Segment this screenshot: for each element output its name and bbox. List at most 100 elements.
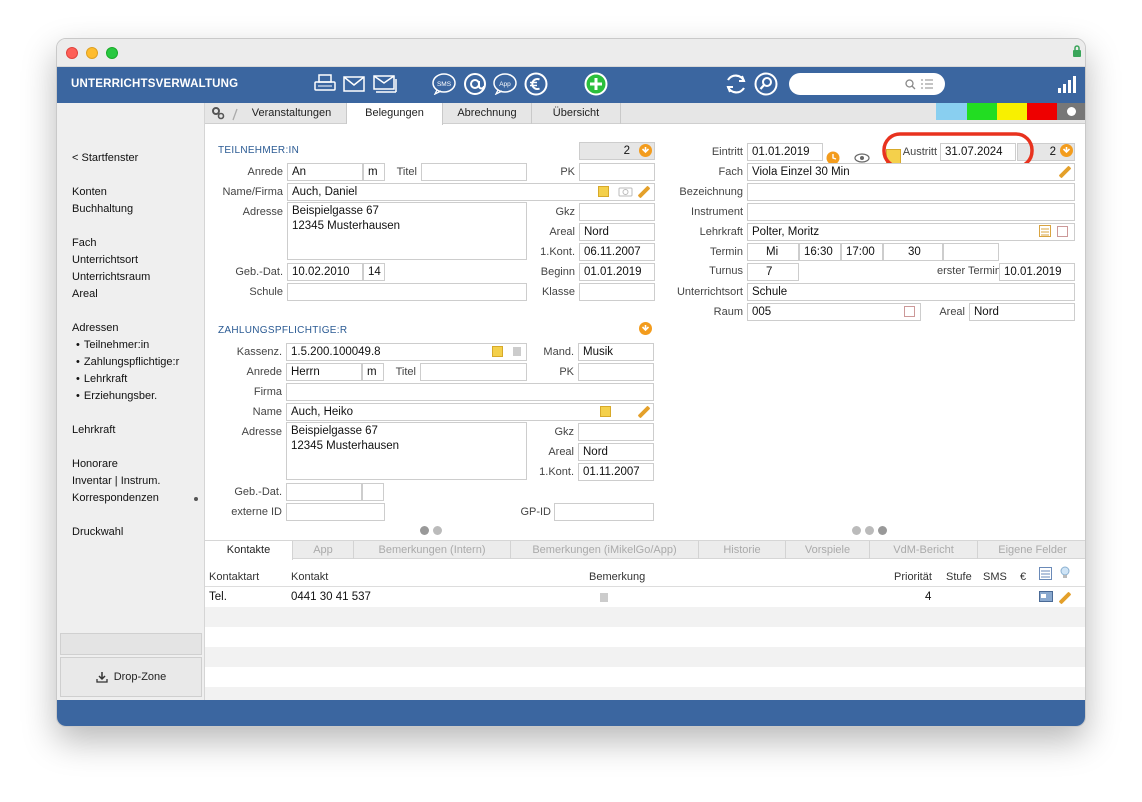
termin-tag-field[interactable]: Mi: [747, 243, 799, 261]
tab-historie[interactable]: Historie: [699, 541, 786, 559]
lehrkraft-field[interactable]: Polter, Moritz: [747, 223, 1075, 241]
euro-icon[interactable]: [523, 72, 549, 96]
camera-icon[interactable]: [618, 185, 633, 197]
tab-veranstaltungen[interactable]: Veranstaltungen: [237, 103, 347, 124]
titel-field[interactable]: [421, 163, 527, 181]
zahlung-gkz-field[interactable]: [578, 423, 654, 441]
sidebar-item-buchhaltung[interactable]: Buchhaltung: [72, 203, 133, 215]
teilnehmer-menu-icon[interactable]: [639, 144, 652, 157]
zahlung-pk-field[interactable]: [578, 363, 654, 381]
raum-calendar-icon[interactable]: [904, 306, 915, 317]
tab-kontakte[interactable]: Kontakte: [205, 541, 293, 560]
sidebar-item-inventar[interactable]: Inventar | Instrum.: [72, 475, 160, 487]
serial-mail-icon[interactable]: [372, 72, 398, 96]
turnus-field[interactable]: 7: [747, 263, 799, 281]
gender-field[interactable]: m: [363, 163, 385, 181]
zahlung-titel-field[interactable]: [420, 363, 527, 381]
instrument-field[interactable]: [747, 203, 1075, 221]
close-window-button[interactable]: [66, 47, 78, 59]
schule-field[interactable]: [287, 283, 527, 301]
maximize-window-button[interactable]: [106, 47, 118, 59]
sidebar-item-erziehungsber[interactable]: Erziehungsber.: [76, 390, 157, 402]
klasse-field[interactable]: [579, 283, 655, 301]
termin-dauer-field[interactable]: 30: [883, 243, 943, 261]
kassenz-note-icon[interactable]: [492, 346, 503, 357]
unterrichtsort-field[interactable]: Schule: [747, 283, 1075, 301]
color-marker-dark[interactable]: [1057, 103, 1085, 120]
eintritt-field[interactable]: 01.01.2019: [747, 143, 823, 161]
print-icon[interactable]: [313, 72, 337, 96]
zahlung-menu-icon[interactable]: [639, 322, 652, 335]
minimize-window-button[interactable]: [86, 47, 98, 59]
list-icon[interactable]: [921, 79, 933, 89]
sidebar-item-lehrkraft-adresse[interactable]: Lehrkraft: [76, 373, 127, 385]
settings-gear-icon[interactable]: [211, 106, 225, 120]
sidebar-item-druckwahl[interactable]: Druckwahl: [72, 526, 123, 538]
lehrkraft-list-icon[interactable]: [1039, 225, 1051, 237]
row-note-doc-icon[interactable]: [599, 592, 609, 603]
color-marker-yellow[interactable]: [997, 103, 1027, 120]
zahlung-name-field[interactable]: Auch, Heiko: [286, 403, 654, 421]
sidebar-item-adressen[interactable]: Adressen: [72, 322, 118, 334]
termin-von-field[interactable]: 16:30: [799, 243, 841, 261]
adresse-field[interactable]: Beispielgasse 67 12345 Musterhausen: [287, 202, 527, 260]
pk-field[interactable]: [579, 163, 655, 181]
tab-bemerkungen-intern[interactable]: Bemerkungen (Intern): [354, 541, 511, 559]
zahlung-adresse-field[interactable]: Beispielgasse 67 12345 Musterhausen: [286, 422, 527, 480]
refresh-icon[interactable]: [723, 72, 749, 96]
sidebar-item-konten[interactable]: Konten: [72, 186, 107, 198]
zahlung-gender-field[interactable]: m: [362, 363, 384, 381]
zoom-search-icon[interactable]: [753, 72, 779, 96]
kont-field[interactable]: 06.11.2007: [579, 243, 655, 261]
bezeichnung-field[interactable]: [747, 183, 1075, 201]
sidebar-item-honorare[interactable]: Honorare: [72, 458, 118, 470]
geb-field[interactable]: 10.02.2010: [287, 263, 363, 281]
termin-extra-field[interactable]: [943, 243, 999, 261]
back-to-startfenster-link[interactable]: < Startfenster: [72, 152, 138, 164]
sidebar-item-teilnehmer[interactable]: Teilnehmer:in: [76, 339, 149, 351]
zahlung-name-note-icon[interactable]: [600, 406, 611, 417]
raum-field[interactable]: 005: [747, 303, 921, 321]
gpid-field[interactable]: [554, 503, 654, 521]
beginn-field[interactable]: 01.01.2019: [579, 263, 655, 281]
erster-termin-field[interactable]: 10.01.2019: [999, 263, 1075, 281]
lehrkraft-calendar-icon[interactable]: [1057, 226, 1068, 237]
tab-belegungen[interactable]: Belegungen: [347, 103, 443, 125]
fach-field[interactable]: Viola Einzel 30 Min: [747, 163, 1075, 181]
right-page-dot-2[interactable]: [865, 526, 874, 535]
eye-icon[interactable]: [854, 153, 870, 163]
row-card-icon[interactable]: [1039, 591, 1053, 602]
tab-bemerkungen-app[interactable]: Bemerkungen (iMikelGo/App): [511, 541, 699, 559]
firma-field[interactable]: [286, 383, 654, 401]
areal-field[interactable]: Nord: [579, 223, 655, 241]
termin-bis-field[interactable]: 17:00: [841, 243, 883, 261]
tab-uebersicht[interactable]: Übersicht: [532, 103, 621, 124]
table-list-icon[interactable]: [1039, 567, 1052, 580]
zahlung-geb-field[interactable]: [286, 483, 362, 501]
row-edit-pencil-icon[interactable]: [1058, 591, 1072, 605]
email-at-icon[interactable]: [462, 72, 488, 96]
tab-vdm-bericht[interactable]: VdM-Bericht: [870, 541, 978, 559]
tab-vorspiele[interactable]: Vorspiele: [786, 541, 870, 559]
kassenz-doc-icon[interactable]: [512, 346, 522, 357]
page-dot-2[interactable]: [433, 526, 442, 535]
belegung-areal-field[interactable]: Nord: [969, 303, 1075, 321]
sidebar-item-zahlungspflichtige[interactable]: Zahlungspflichtige:r: [76, 356, 179, 368]
sidebar-item-areal[interactable]: Areal: [72, 288, 98, 300]
extid-field[interactable]: [286, 503, 385, 521]
color-marker-green[interactable]: [967, 103, 997, 120]
anrede-field[interactable]: An: [287, 163, 363, 181]
drop-zone[interactable]: Drop-Zone: [60, 657, 202, 697]
sidebar-item-lehrkraft[interactable]: Lehrkraft: [72, 424, 115, 436]
app-message-icon[interactable]: App: [492, 72, 518, 96]
mand-field[interactable]: Musik: [578, 343, 654, 361]
gkz-field[interactable]: [579, 203, 655, 221]
zahlung-kont-field[interactable]: 01.11.2007: [578, 463, 654, 481]
sidebar-item-unterrichtsort[interactable]: Unterrichtsort: [72, 254, 138, 266]
lightbulb-icon[interactable]: [1060, 566, 1070, 580]
kassenz-field[interactable]: 1.5.200.100049.8: [286, 343, 527, 361]
zahlung-areal-field[interactable]: Nord: [578, 443, 654, 461]
sms-icon[interactable]: SMS: [431, 72, 457, 96]
sidebar-item-korrespondenzen[interactable]: Korrespondenzen: [72, 492, 159, 504]
name-note-icon[interactable]: [598, 186, 609, 197]
